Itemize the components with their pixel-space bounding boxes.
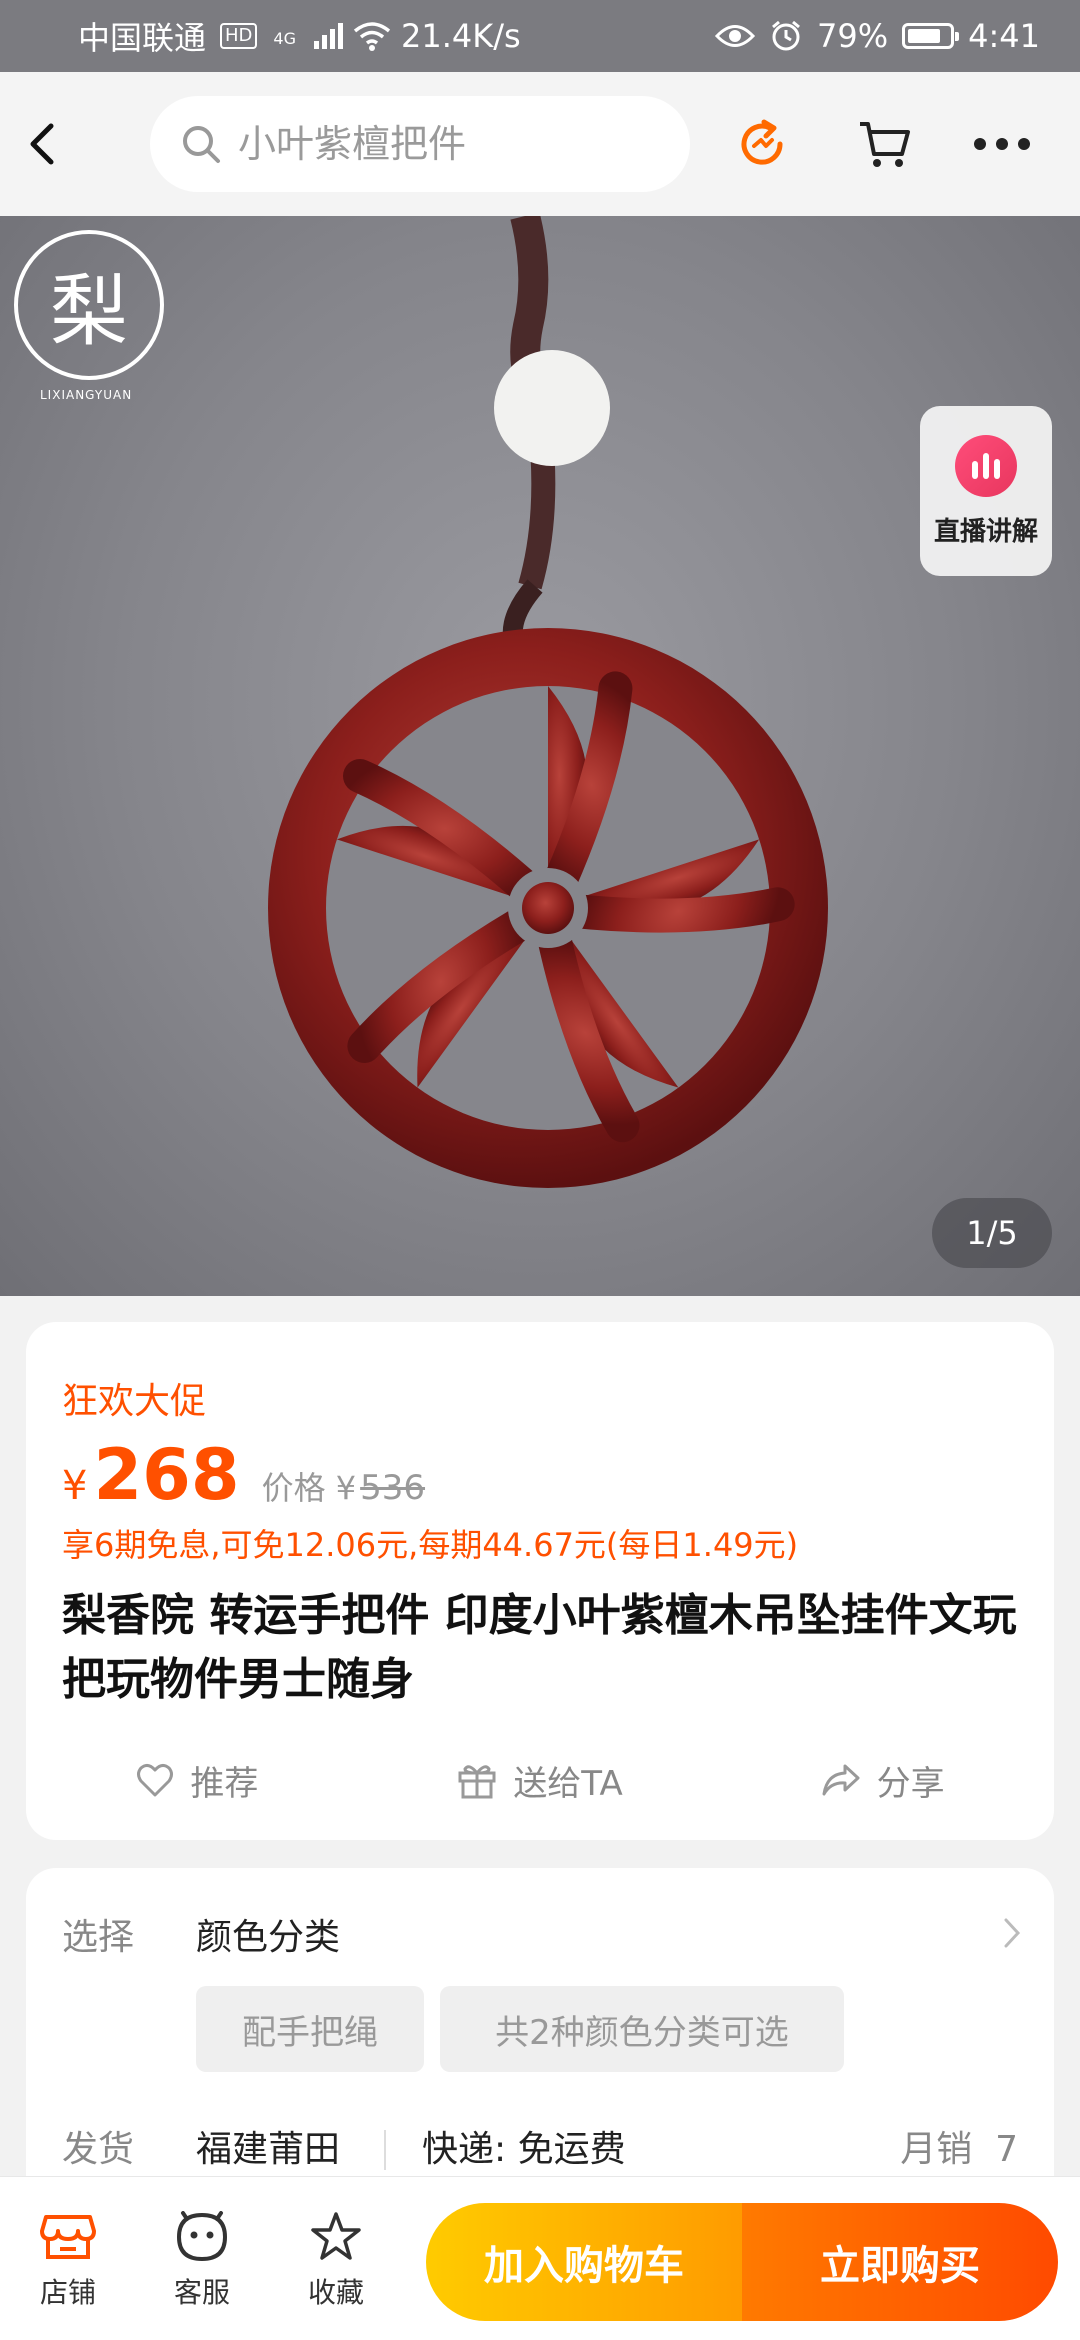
service-icon: [176, 2211, 228, 2262]
gift-button[interactable]: 送给TA: [369, 1740, 712, 1820]
status-left: 中国联通 HD 4G 21.4K/s: [78, 13, 521, 59]
option-chip-summary[interactable]: 共2种颜色分类可选: [440, 1986, 844, 2072]
star-icon: [311, 2212, 361, 2260]
battery-percent: 79%: [817, 17, 889, 55]
share-button[interactable]: 分享: [711, 1740, 1054, 1820]
store-tab[interactable]: 店铺: [8, 2211, 128, 2311]
option-chip[interactable]: 配手把绳: [196, 1986, 424, 2072]
status-bar: 中国联通 HD 4G 21.4K/s 79% 4:41: [0, 0, 1080, 72]
eye-icon: [715, 25, 756, 47]
share-icon: [822, 1764, 860, 1796]
price: 268: [93, 1434, 240, 1516]
network-speed: 21.4K/s: [401, 17, 521, 55]
favorite-label: 收藏: [307, 2276, 364, 2309]
back-icon: [30, 123, 54, 165]
ship-origin: 福建莆田: [196, 2129, 341, 2170]
wifi-icon: [353, 22, 391, 51]
alarm-icon: [772, 20, 800, 51]
status-right: 79% 4:41: [715, 17, 1040, 55]
select-label: 选择: [62, 1917, 135, 1958]
price-card: 狂欢大促 ¥ 268 价格 ¥ 536 享6期免息,可免12.06元,每期44.…: [26, 1322, 1054, 1840]
search-icon: [183, 126, 220, 163]
brand-name: LIXIANGYUAN: [40, 388, 133, 402]
more-button[interactable]: [966, 108, 1038, 180]
store-label: 店铺: [39, 2276, 96, 2309]
service-label: 客服: [173, 2276, 230, 2309]
store-icon: [40, 2215, 96, 2259]
more-icon: [974, 138, 1030, 150]
select-value[interactable]: 颜色分类: [196, 1908, 340, 1960]
live-explain-button[interactable]: 直播讲解: [920, 406, 1052, 576]
refresh-button[interactable]: [726, 108, 798, 180]
hd-badge: HD: [220, 23, 258, 49]
share-label: 分享: [876, 1763, 945, 1804]
gift-label: 送给TA: [513, 1763, 623, 1804]
monthly-sales: 月销 7: [900, 2129, 1018, 2170]
network-label: 4G: [273, 29, 296, 48]
bottom-bar: 店铺 客服 收藏 加入购物车 立即购买: [0, 2176, 1080, 2340]
pendant-image: [268, 216, 828, 1188]
signal-icon: [314, 23, 343, 49]
brand-logo: 梨: [14, 230, 164, 380]
installment-info[interactable]: 享6期免息,可免12.06元,每期44.67元(每日1.49元): [62, 1520, 798, 1566]
product-title: 梨香院 转运手把件 印度小叶紫檀木吊坠挂件文玩把玩物件男士随身: [62, 1590, 1017, 1705]
original-price-label: 价格 ¥: [261, 1469, 357, 1507]
ship-method: 快递: 免运费: [422, 2129, 626, 2170]
back-button[interactable]: [0, 72, 157, 216]
favorite-tab[interactable]: 收藏: [276, 2211, 396, 2311]
add-to-cart-button[interactable]: 加入购物车: [426, 2203, 742, 2321]
promo-label: 狂欢大促: [62, 1381, 207, 1422]
cart-button[interactable]: [848, 108, 920, 180]
recommend-label: 推荐: [190, 1763, 259, 1804]
cart-icon: [860, 122, 910, 167]
buy-now-button[interactable]: 立即购买: [742, 2203, 1058, 2321]
brand-mark: 梨: [49, 267, 128, 357]
live-icon: [955, 434, 1017, 497]
top-nav: [0, 72, 1080, 216]
ship-label: 发货: [62, 2129, 135, 2170]
service-tab[interactable]: 客服: [142, 2211, 262, 2311]
search-bar[interactable]: [150, 96, 690, 192]
battery-icon: [902, 23, 960, 49]
search-input[interactable]: [238, 122, 658, 166]
refresh-icon: [741, 119, 783, 165]
product-actions: 推荐 送给TA 分享: [26, 1740, 1054, 1820]
carrier-label: 中国联通: [78, 19, 207, 57]
chevron-right-icon[interactable]: [1002, 1916, 1022, 1950]
original-price: 536: [360, 1468, 426, 1508]
price-row: ¥ 268 价格 ¥ 536: [62, 1434, 425, 1516]
divider: [384, 2130, 386, 2170]
product-image[interactable]: 梨 LIXIANGYUAN 直播讲解 1/5: [0, 216, 1080, 1296]
heart-icon: [137, 1763, 174, 1797]
clock: 4:41: [968, 17, 1040, 55]
currency-symbol: ¥: [62, 1463, 88, 1509]
battery-fill: [908, 29, 940, 43]
gift-icon: [458, 1765, 496, 1799]
live-label: 直播讲解: [933, 516, 1038, 547]
image-page-indicator: 1/5: [932, 1198, 1052, 1268]
recommend-button[interactable]: 推荐: [26, 1740, 369, 1820]
